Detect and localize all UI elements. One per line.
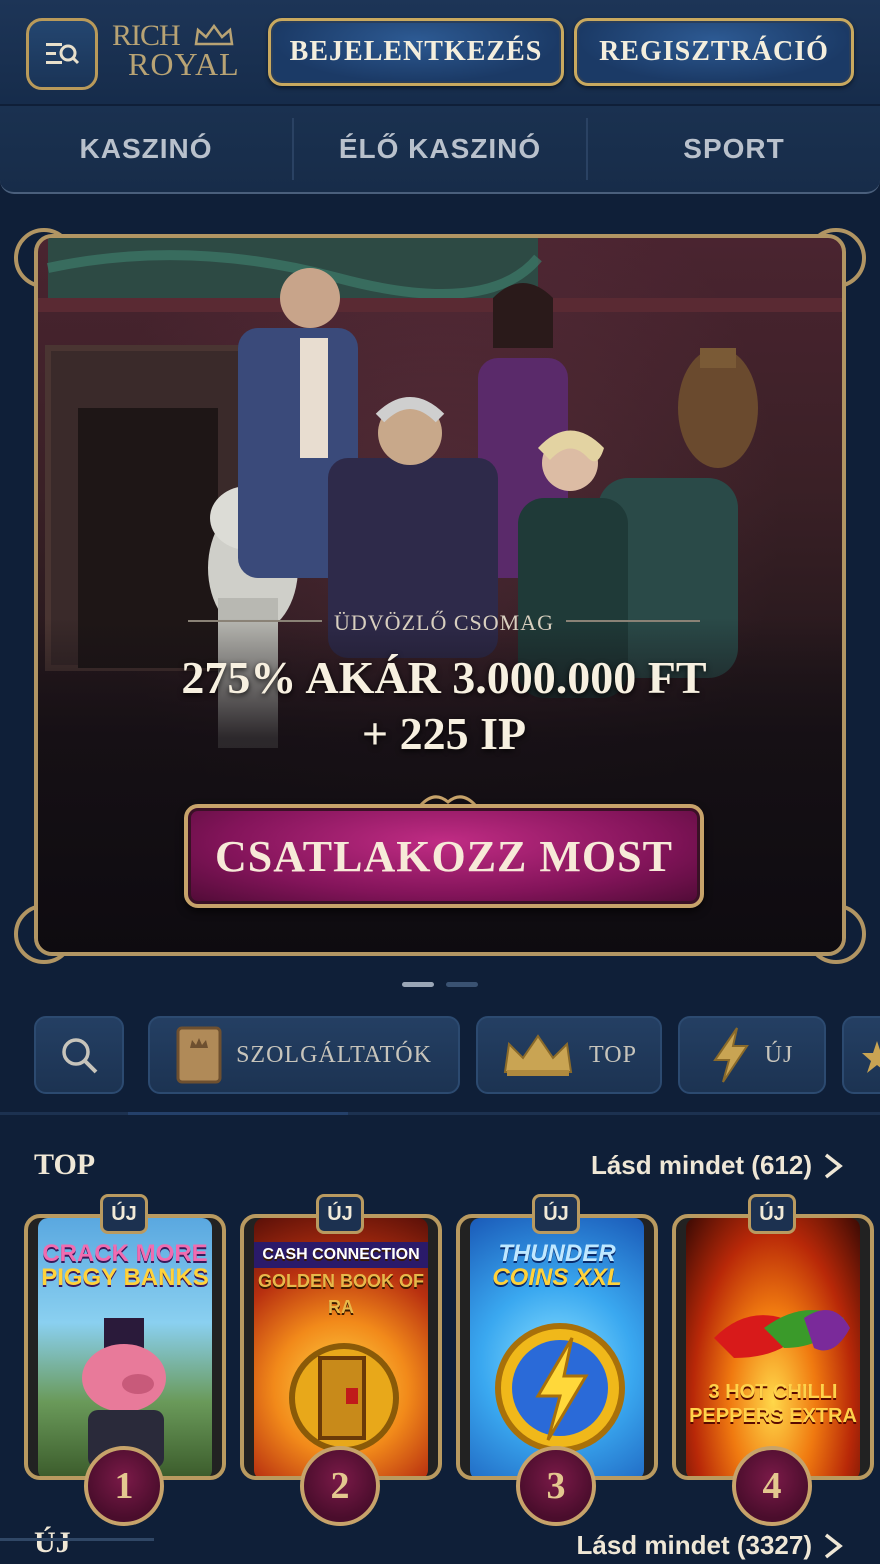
game-card-3-hot-chilli-peppers-extra[interactable]: 3 HOT CHILLI PEPPERS EXTRA: [672, 1214, 874, 1480]
carousel-dot[interactable]: [446, 982, 478, 987]
register-button[interactable]: REGISZTRÁCIÓ: [574, 18, 854, 86]
hero-subtitle: ÜDVÖZLŐ CSOMAG: [334, 610, 554, 635]
star-icon: [862, 1041, 880, 1073]
see-all-label: Lásd mindet (3327): [576, 1530, 812, 1560]
hero-banner[interactable]: ÜDVÖZLŐ CSOMAG 275% AKÁR 3.000.000 FT + …: [14, 228, 866, 964]
lightning-icon: [712, 1027, 749, 1083]
game-card-crack-more-piggy-banks[interactable]: CRACK MORE PIGGY BANKS: [24, 1214, 226, 1480]
lightning-coin-icon: [495, 1323, 625, 1453]
nav-item-live-casino[interactable]: ÉLŐ KASZINÓ: [294, 106, 586, 192]
crown-icon: [503, 1034, 573, 1076]
game-filter-bar: SZOLGÁLTATÓK TOP ÚJ: [0, 1016, 880, 1096]
new-badge: ÚJ: [748, 1194, 796, 1234]
game-card-golden-book-of-ra[interactable]: CASH CONNECTION GOLDEN BOOK OF RA: [240, 1214, 442, 1480]
search-icon: [62, 1038, 98, 1074]
hero-title: 275% AKÁR 3.000.000 FT + 225 IP: [38, 650, 842, 762]
chilli-peppers-icon: [714, 1310, 850, 1358]
carousel-dot[interactable]: [402, 982, 434, 987]
chevron-right-icon: [824, 1153, 843, 1178]
nav-item-sport[interactable]: SPORT: [588, 106, 880, 192]
menu-search-icon: [46, 43, 80, 65]
main-nav: KASZINÓ ÉLŐ KASZINÓ SPORT: [0, 106, 880, 194]
join-now-button[interactable]: CSATLAKOZZ MOST: [184, 804, 704, 908]
game-art-title: 3 HOT CHILLI PEPPERS EXTRA: [689, 1381, 857, 1427]
top-see-all-link[interactable]: Lásd mindet (612): [591, 1150, 844, 1181]
game-thumbnail: 3 HOT CHILLI PEPPERS EXTRA: [686, 1218, 860, 1476]
rank-badge: 1: [84, 1446, 164, 1526]
game-card-thunder-coins-xxl[interactable]: THUNDER COINS XXL: [456, 1214, 658, 1480]
game-art-title: CRACK MORE PIGGY BANKS: [41, 1240, 209, 1291]
menu-button[interactable]: [26, 18, 98, 90]
hero-title-line1: 275% AKÁR 3.000.000 FT: [181, 652, 707, 703]
new-badge: ÚJ: [100, 1194, 148, 1234]
logo-crown-icon: [194, 24, 234, 46]
rank-badge: 3: [516, 1446, 596, 1526]
game-thumbnail: CASH CONNECTION GOLDEN BOOK OF RA: [254, 1218, 428, 1476]
top-filter[interactable]: TOP: [476, 1016, 662, 1094]
nav-item-casino[interactable]: KASZINÓ: [0, 106, 292, 192]
filter-divider: [0, 1112, 880, 1115]
site-logo[interactable]: RICH ROYAL: [112, 21, 242, 84]
rank-badge: 2: [300, 1446, 380, 1526]
section-divider: [0, 1538, 154, 1541]
chevron-right-icon: [824, 1533, 843, 1558]
hero-title-line2: + 225 IP: [361, 708, 527, 759]
new-badge: ÚJ: [532, 1194, 580, 1234]
rank-badge: 4: [732, 1446, 812, 1526]
logo-line2: ROYAL: [128, 46, 240, 82]
game-art-title: THUNDER COINS XXL: [492, 1240, 622, 1291]
game-thumbnail: THUNDER COINS XXL: [470, 1218, 644, 1476]
game-thumbnail: CRACK MORE PIGGY BANKS: [38, 1218, 212, 1476]
providers-filter[interactable]: SZOLGÁLTATÓK: [148, 1016, 460, 1094]
new-filter[interactable]: ÚJ: [678, 1016, 826, 1094]
favorites-filter[interactable]: [842, 1016, 880, 1094]
golden-coin-book-icon: [289, 1343, 399, 1453]
new-section-title: ÚJ: [34, 1526, 71, 1559]
providers-book-icon: [176, 1026, 222, 1084]
hero-image-frame: ÜDVÖZLŐ CSOMAG 275% AKÁR 3.000.000 FT + …: [34, 234, 846, 956]
new-see-all-link[interactable]: Lásd mindet (3327): [576, 1530, 844, 1561]
login-button[interactable]: BEJELENTKEZÉS: [268, 18, 564, 86]
game-art-title: CASH CONNECTION GOLDEN BOOK OF RA: [254, 1242, 428, 1320]
top-label: TOP: [589, 1041, 637, 1068]
providers-label: SZOLGÁLTATÓK: [236, 1041, 432, 1068]
new-badge: ÚJ: [316, 1194, 364, 1234]
see-all-label: Lásd mindet (612): [590, 1150, 812, 1180]
search-button[interactable]: [34, 1016, 124, 1094]
carousel-pagination: [402, 982, 478, 987]
new-label: ÚJ: [764, 1041, 794, 1068]
top-section-title: TOP: [34, 1148, 96, 1181]
header: RICH ROYAL BEJELENTKEZÉS REGISZTRÁCIÓ: [0, 0, 880, 104]
